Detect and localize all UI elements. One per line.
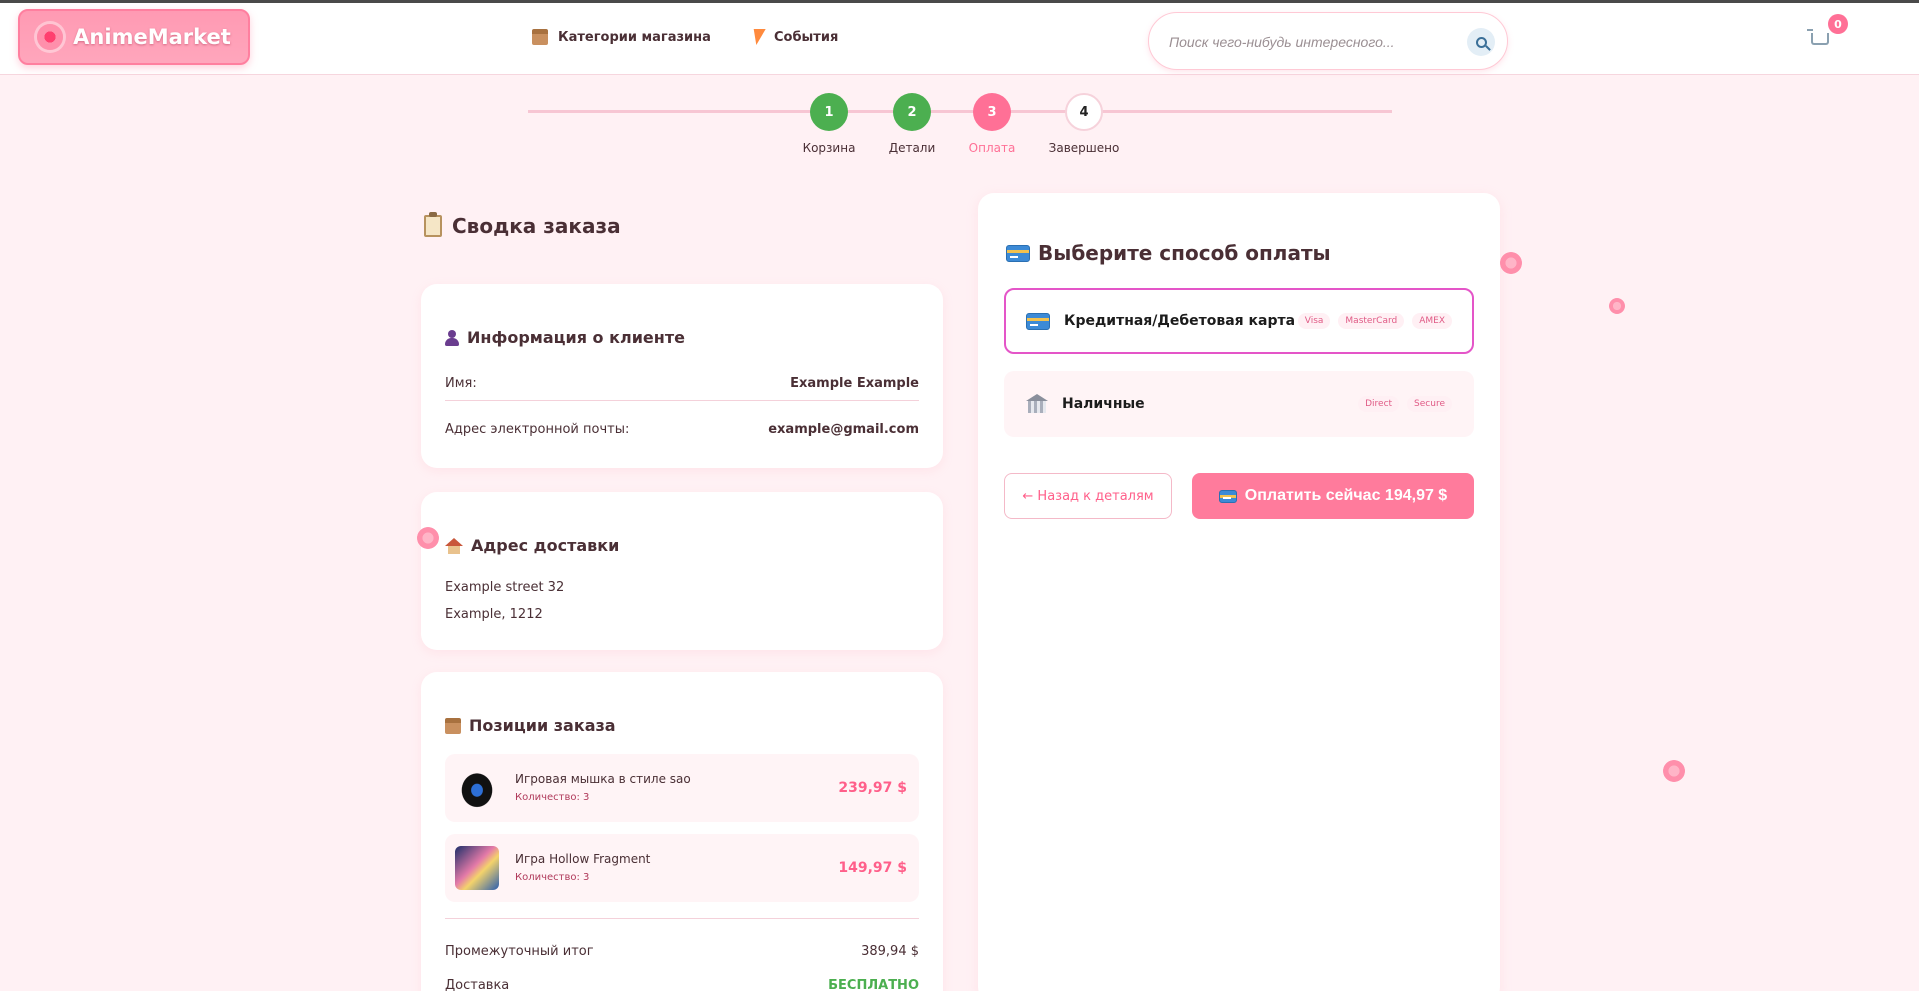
step-complete: 4 Завершено xyxy=(1024,93,1144,155)
logo-text: AnimeMarket xyxy=(73,25,231,49)
credit-card-icon xyxy=(1218,489,1237,503)
order-items-title: Позиции заказа xyxy=(445,716,616,735)
delivery-label: Адрес доставки xyxy=(471,536,620,555)
client-info-label: Информация о клиенте xyxy=(467,328,685,347)
box-icon xyxy=(532,29,548,45)
order-items-card: Позиции заказа Игровая мышка в стиле sao… xyxy=(421,672,943,991)
lightning-icon xyxy=(750,29,766,45)
order-items-label: Позиции заказа xyxy=(469,716,616,735)
back-to-details-button[interactable]: ← Назад к деталям xyxy=(1004,473,1172,519)
payment-title-label: Выберите способ оплаты xyxy=(1038,241,1331,265)
address-line-1: Example street 32 xyxy=(445,580,565,595)
subtotal-row: Промежуточный итог 389,94 $ xyxy=(445,944,919,959)
chip-amex: AMEX xyxy=(1412,313,1452,329)
box-icon xyxy=(445,717,461,734)
step-number: 3 xyxy=(973,93,1011,131)
card-brand-chips: Visa MasterCard AMEX xyxy=(1297,313,1452,329)
nav-events[interactable]: События xyxy=(750,29,839,45)
item-price: 239,97 $ xyxy=(838,780,907,796)
shipping-row: Доставка БЕСПЛАТНО xyxy=(445,978,919,991)
sakura-petal-decoration xyxy=(1609,298,1625,314)
subtotal-value: 389,94 $ xyxy=(861,944,919,959)
client-info-title: Информация о клиенте xyxy=(445,328,685,347)
client-email-row: Адрес электронной почты: example@gmail.c… xyxy=(445,422,919,437)
divider xyxy=(445,400,919,401)
payment-option-label: Наличные xyxy=(1062,396,1145,412)
item-price: 149,97 $ xyxy=(838,860,907,876)
clipboard-icon xyxy=(424,212,442,237)
sakura-petal-decoration xyxy=(1500,252,1522,274)
logo-button[interactable]: AnimeMarket xyxy=(18,9,250,65)
bank-icon xyxy=(1026,394,1048,414)
chip-direct: Direct xyxy=(1358,396,1400,412)
subtotal-label: Промежуточный итог xyxy=(445,944,594,959)
delivery-address-card: Адрес доставки Example street 32 Example… xyxy=(421,492,943,650)
shipping-value: БЕСПЛАТНО xyxy=(828,978,919,991)
nav-events-label: События xyxy=(774,29,839,45)
item-name: Игровая мышка в стиле sao xyxy=(515,772,691,786)
sakura-petal-decoration xyxy=(417,527,439,549)
step-label: Завершено xyxy=(1048,141,1120,155)
email-label: Адрес электронной почты: xyxy=(445,422,630,437)
search-input[interactable] xyxy=(1169,30,1459,54)
delivery-title: Адрес доставки xyxy=(445,536,619,555)
credit-card-icon xyxy=(1026,312,1050,330)
house-icon xyxy=(445,537,463,554)
search-button[interactable] xyxy=(1467,28,1495,56)
payment-option-card[interactable]: Кредитная/Дебетовая карта Visa MasterCar… xyxy=(1004,288,1474,354)
client-info-card: Информация о клиенте Имя: Example Exampl… xyxy=(421,284,943,468)
person-icon xyxy=(445,329,459,346)
search-bar xyxy=(1148,12,1508,70)
sakura-icon xyxy=(37,24,64,50)
step-number: 4 xyxy=(1065,93,1103,131)
credit-card-icon xyxy=(1006,244,1030,262)
search-icon xyxy=(1475,36,1487,48)
chip-visa: Visa xyxy=(1297,313,1331,329)
step-number: 2 xyxy=(893,93,931,131)
pay-now-button[interactable]: Оплатить сейчас 194,97 $ xyxy=(1192,473,1474,519)
payment-option-label: Кредитная/Дебетовая карта xyxy=(1064,313,1296,329)
cart-button[interactable]: 0 xyxy=(1807,14,1848,57)
cash-chips: Direct Secure xyxy=(1358,396,1452,412)
item-quantity: Количество: 3 xyxy=(515,792,590,803)
name-value: Example Example xyxy=(790,376,919,391)
order-item: Игра Hollow Fragment Количество: 3 149,9… xyxy=(445,834,919,902)
order-summary-label: Сводка заказа xyxy=(452,214,621,238)
client-name-row: Имя: Example Example xyxy=(445,376,919,391)
chip-secure: Secure xyxy=(1407,396,1452,412)
payment-title: Выберите способ оплаты xyxy=(1006,241,1331,265)
nav-categories[interactable]: Категории магазина xyxy=(532,29,711,45)
sakura-petal-decoration xyxy=(1663,760,1685,782)
shipping-label: Доставка xyxy=(445,978,510,991)
item-quantity: Количество: 3 xyxy=(515,872,590,883)
address-line-2: Example, 1212 xyxy=(445,607,543,622)
cart-count-badge: 0 xyxy=(1828,14,1848,34)
email-value: example@gmail.com xyxy=(768,422,919,437)
payment-option-cash[interactable]: Наличные Direct Secure xyxy=(1004,371,1474,437)
pay-now-label: Оплатить сейчас 194,97 $ xyxy=(1244,487,1448,504)
cart-icon xyxy=(1807,29,1829,45)
name-label: Имя: xyxy=(445,376,477,391)
product-image xyxy=(455,766,499,810)
step-number: 1 xyxy=(810,93,848,131)
product-image xyxy=(455,846,499,890)
order-item: Игровая мышка в стиле sao Количество: 3 … xyxy=(445,754,919,822)
order-summary-title: Сводка заказа xyxy=(424,212,621,238)
site-header: AnimeMarket Категории магазина События 0 xyxy=(0,3,1919,75)
divider xyxy=(445,918,919,919)
item-name: Игра Hollow Fragment xyxy=(515,852,651,866)
chip-mastercard: MasterCard xyxy=(1338,313,1405,329)
nav-categories-label: Категории магазина xyxy=(558,29,711,45)
payment-method-card: Выберите способ оплаты Кредитная/Дебетов… xyxy=(978,193,1500,991)
